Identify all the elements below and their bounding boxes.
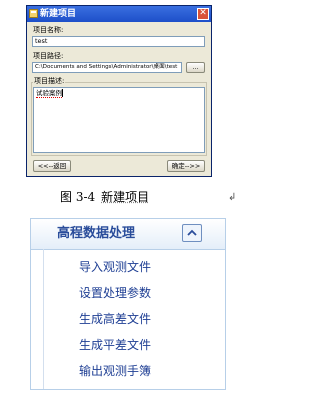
project-desc-text: 试验案例	[36, 89, 62, 98]
figure-number: 图 3-4	[60, 190, 96, 204]
menu-item-import-observation[interactable]: 导入观测文件	[79, 259, 151, 275]
browse-button[interactable]: ...	[186, 62, 205, 73]
close-button[interactable]: ✕	[197, 8, 209, 20]
collapse-button[interactable]	[182, 224, 202, 242]
confirm-button[interactable]: 确定-->>	[167, 160, 205, 172]
menu-item-export-handbook[interactable]: 输出观测手簿	[79, 363, 151, 379]
close-icon: ✕	[199, 8, 207, 18]
project-desc-textarea[interactable]: 试验案例	[33, 87, 205, 153]
menu-item-generate-adjustment[interactable]: 生成平差文件	[79, 337, 151, 353]
project-path-input[interactable]: C:\Documents and Settings\Administrator\…	[32, 62, 182, 73]
chevron-up-icon	[187, 229, 197, 236]
project-name-label: 项目名称:	[33, 26, 64, 34]
panel-header[interactable]: 高程数据处理	[31, 219, 225, 250]
menu-item-set-parameters[interactable]: 设置处理参数	[79, 285, 151, 301]
figure-title: 新建项目	[101, 190, 150, 204]
elevation-processing-panel: 高程数据处理 导入观测文件 设置处理参数 生成高差文件 生成平差文件 输出观测手…	[30, 218, 226, 390]
figure-caption: 图 3-4 新建项目	[60, 190, 149, 204]
text-caret	[62, 89, 63, 97]
project-path-label: 项目路径:	[33, 52, 64, 60]
panel-title: 高程数据处理	[57, 226, 136, 241]
paragraph-mark-icon: ↲	[228, 192, 237, 203]
menu-item-generate-height-diff[interactable]: 生成高差文件	[79, 311, 151, 327]
back-button[interactable]: <<--返回	[33, 160, 71, 172]
project-desc-label: 项目描述:	[33, 77, 66, 86]
dialog-titlebar[interactable]: 新建项目 ✕	[27, 6, 211, 22]
app-icon	[29, 9, 38, 18]
new-project-dialog: 新建项目 ✕ 项目名称: test 项目路径: C:\Documents and…	[26, 5, 212, 177]
panel-divider	[43, 249, 44, 389]
dialog-title: 新建项目	[40, 9, 77, 19]
project-name-input[interactable]: test	[32, 36, 205, 47]
